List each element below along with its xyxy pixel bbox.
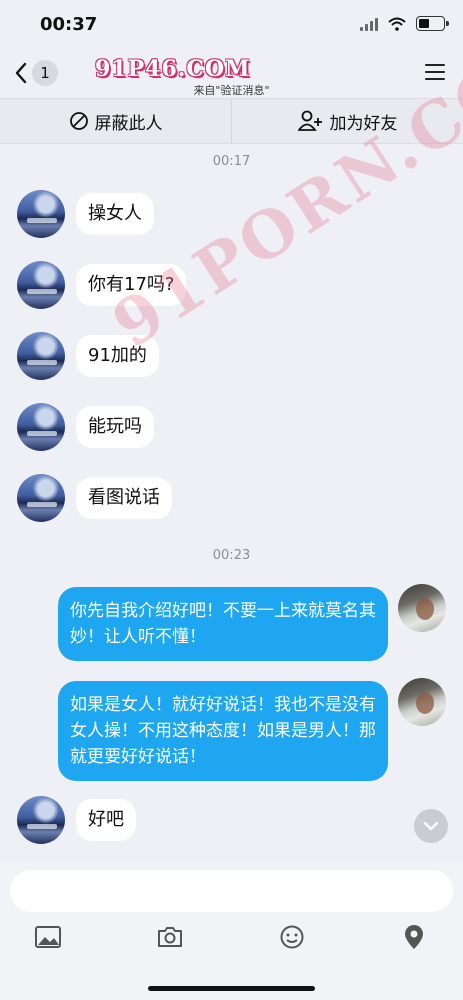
- signal-icon: [360, 17, 378, 31]
- site-logo: 91P46.COM: [95, 56, 251, 82]
- contact-avatar[interactable]: [17, 474, 65, 522]
- chat-subtitle: 来自"验证消息": [193, 84, 270, 97]
- message-input[interactable]: [10, 870, 453, 912]
- emoji-button[interactable]: [278, 924, 306, 950]
- message-timestamp: 00:23: [212, 548, 251, 563]
- image-icon: [35, 926, 61, 948]
- contact-avatar[interactable]: [17, 403, 65, 451]
- my-avatar[interactable]: [398, 678, 446, 726]
- camera-button[interactable]: [156, 924, 184, 950]
- location-button[interactable]: [400, 924, 428, 950]
- status-time: 00:37: [40, 14, 98, 35]
- block-icon: [69, 112, 88, 130]
- chevron-left-icon: [15, 62, 27, 84]
- incoming-message[interactable]: 操女人: [76, 193, 154, 235]
- contact-avatar[interactable]: [17, 796, 65, 844]
- chevron-down-icon: [423, 821, 439, 831]
- contact-avatar[interactable]: [17, 261, 65, 309]
- wifi-icon: [388, 17, 406, 31]
- incoming-message[interactable]: 能玩吗: [76, 406, 154, 448]
- menu-icon: [425, 64, 445, 66]
- incoming-message[interactable]: 看图说话: [76, 477, 172, 519]
- contact-avatar[interactable]: [17, 332, 65, 380]
- outgoing-message[interactable]: 你先自我介绍好吧！不要一上来就莫名其妙！让人听不懂！: [58, 587, 388, 661]
- block-user-label: 屏蔽此人: [94, 113, 163, 134]
- incoming-message[interactable]: 好吧: [76, 799, 136, 841]
- add-user-icon: [297, 110, 322, 131]
- location-pin-icon: [405, 925, 423, 949]
- outgoing-message[interactable]: 如果是女人！就好好说话！我也不是没有女人操！不用这种态度！如果是男人！那就更要好…: [58, 681, 388, 781]
- scroll-to-bottom-button[interactable]: [414, 809, 448, 843]
- camera-icon: [158, 927, 182, 947]
- nav-bar: 1 91P46.COM 来自"验证消息": [0, 52, 463, 98]
- battery-icon: [416, 16, 449, 31]
- photo-button[interactable]: [34, 924, 62, 950]
- emoji-icon: [280, 925, 304, 949]
- contact-avatar[interactable]: [17, 190, 65, 238]
- home-indicator: [148, 986, 315, 991]
- status-icons: [360, 16, 449, 31]
- my-avatar[interactable]: [398, 584, 446, 632]
- block-user-button[interactable]: 屏蔽此人: [0, 99, 231, 143]
- status-bar: 00:37: [0, 0, 463, 52]
